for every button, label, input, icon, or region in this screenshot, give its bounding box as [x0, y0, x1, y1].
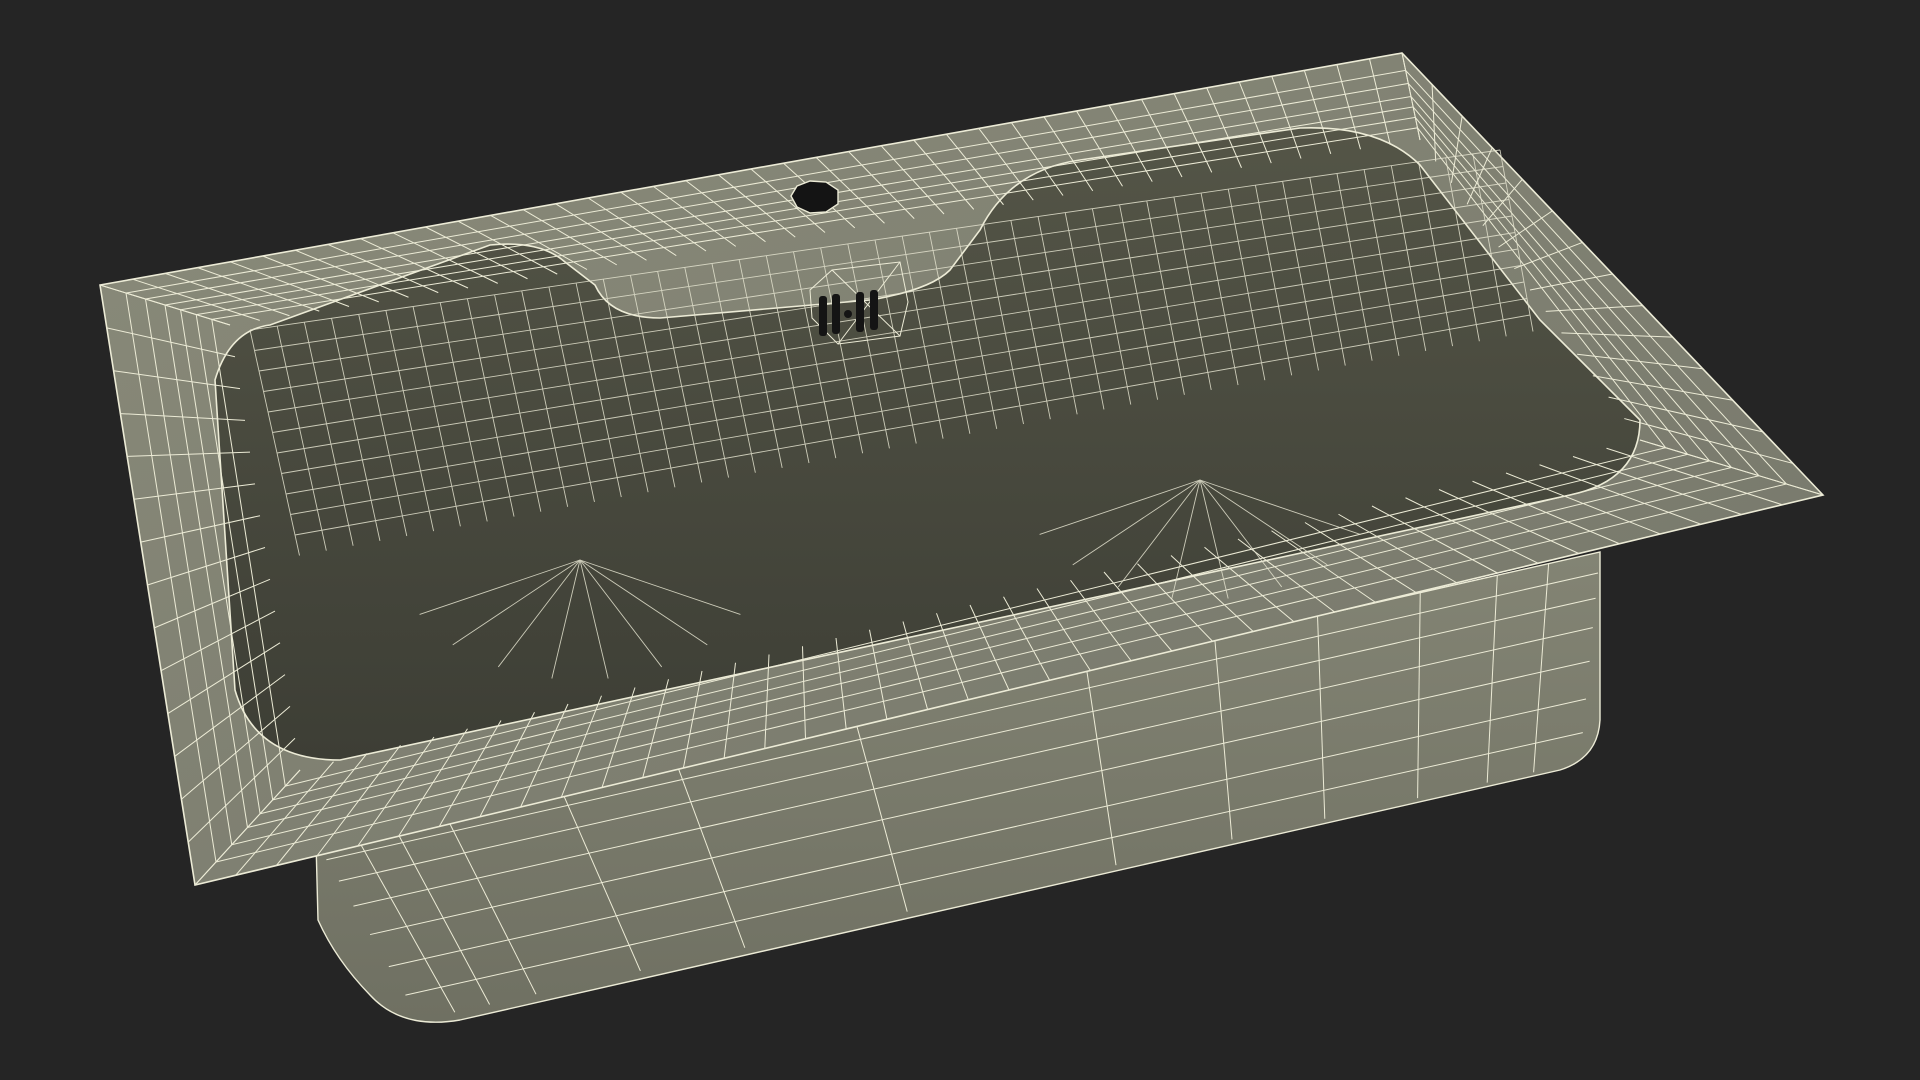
- faucet-hole-icon: [790, 180, 839, 214]
- bathtub-model: [99, 52, 1825, 1023]
- render-viewport: [0, 0, 1920, 1080]
